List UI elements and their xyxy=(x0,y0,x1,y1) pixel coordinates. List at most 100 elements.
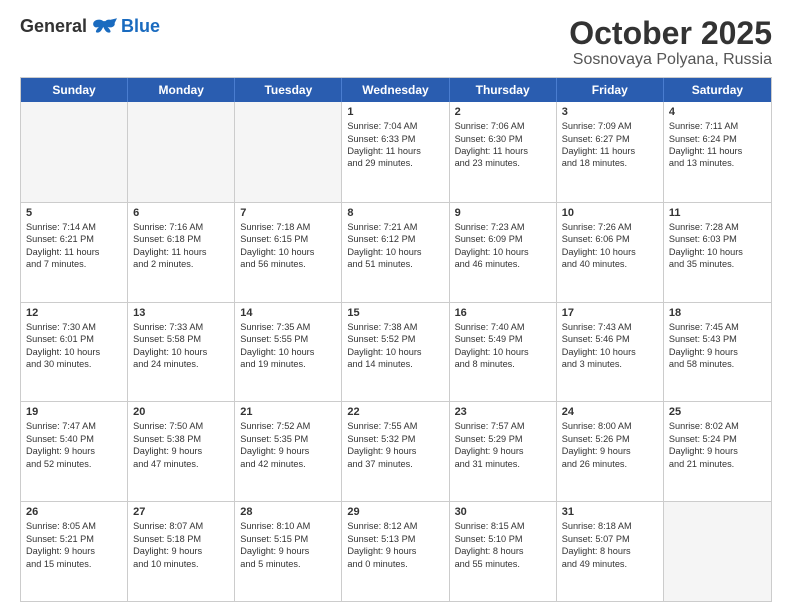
day-number-7: 7 xyxy=(240,207,336,219)
cell-line-28-3: and 5 minutes. xyxy=(240,558,336,570)
cell-line-1-1: Sunset: 6:33 PM xyxy=(347,133,443,145)
month-title: October 2025 xyxy=(569,16,772,51)
cell-line-16-3: and 8 minutes. xyxy=(455,358,551,370)
cell-line-24-1: Sunset: 5:26 PM xyxy=(562,433,658,445)
day-number-10: 10 xyxy=(562,207,658,219)
day-number-14: 14 xyxy=(240,307,336,319)
calendar-cell-day-18: 18 Sunrise: 7:45 AMSunset: 5:43 PMDayligh… xyxy=(664,303,771,402)
cell-line-8-3: and 51 minutes. xyxy=(347,258,443,270)
day-number-2: 2 xyxy=(455,106,551,118)
logo-bird-icon xyxy=(93,17,117,37)
calendar-cell-day-7: 7Sunrise: 7:18 AMSunset: 6:15 PMDaylight… xyxy=(235,203,342,302)
day-number-31: 31 xyxy=(562,506,658,518)
calendar-cell-day-31: 31Sunrise: 8:18 AMSunset: 5:07 PMDayligh… xyxy=(557,502,664,601)
cell-line-21-0: Sunrise: 7:52 AM xyxy=(240,420,336,432)
cell-line-21-1: Sunset: 5:35 PM xyxy=(240,433,336,445)
calendar-cell-empty xyxy=(128,102,235,202)
cell-line-2-0: Sunrise: 7:06 AM xyxy=(455,120,551,132)
weekday-header-saturday: Saturday xyxy=(664,78,771,102)
cell-line-18-0: Sunrise: 7:45 AM xyxy=(669,321,766,333)
calendar-cell-day-10: 10Sunrise: 7:26 AMSunset: 6:06 PMDayligh… xyxy=(557,203,664,302)
cell-line-18-1: Sunset: 5:43 PM xyxy=(669,333,766,345)
day-number-19: 19 xyxy=(26,406,122,418)
cell-line-15-2: Daylight: 10 hours xyxy=(347,346,443,358)
cell-line-16-2: Daylight: 10 hours xyxy=(455,346,551,358)
day-number-21: 21 xyxy=(240,406,336,418)
calendar-cell-empty xyxy=(235,102,342,202)
cell-line-3-3: and 18 minutes. xyxy=(562,157,658,169)
cell-line-21-2: Daylight: 9 hours xyxy=(240,445,336,457)
cell-line-22-1: Sunset: 5:32 PM xyxy=(347,433,443,445)
day-number-29: 29 xyxy=(347,506,443,518)
cell-line-15-3: and 14 minutes. xyxy=(347,358,443,370)
cell-line-3-0: Sunrise: 7:09 AM xyxy=(562,120,658,132)
calendar-cell-day-24: 24Sunrise: 8:00 AMSunset: 5:26 PMDayligh… xyxy=(557,402,664,501)
cell-line-18-3: and 58 minutes. xyxy=(669,358,766,370)
day-number-17: 17 xyxy=(562,307,658,319)
location-title: Sosnovaya Polyana, Russia xyxy=(569,51,772,69)
cell-line-28-0: Sunrise: 8:10 AM xyxy=(240,520,336,532)
cell-line-17-0: Sunrise: 7:43 AM xyxy=(562,321,658,333)
cell-line-4-1: Sunset: 6:24 PM xyxy=(669,133,766,145)
cell-line-5-2: Daylight: 11 hours xyxy=(26,246,122,258)
day-number-25: 25 xyxy=(669,406,766,418)
cell-line-7-2: Daylight: 10 hours xyxy=(240,246,336,258)
calendar-cell-day-13: 13Sunrise: 7:33 AMSunset: 5:58 PMDayligh… xyxy=(128,303,235,402)
cell-line-3-1: Sunset: 6:27 PM xyxy=(562,133,658,145)
cell-line-22-3: and 37 minutes. xyxy=(347,458,443,470)
cell-line-20-1: Sunset: 5:38 PM xyxy=(133,433,229,445)
calendar-cell-day-16: 16Sunrise: 7:40 AMSunset: 5:49 PMDayligh… xyxy=(450,303,557,402)
cell-line-23-1: Sunset: 5:29 PM xyxy=(455,433,551,445)
cell-line-15-0: Sunrise: 7:38 AM xyxy=(347,321,443,333)
cell-line-28-1: Sunset: 5:15 PM xyxy=(240,533,336,545)
cell-line-14-2: Daylight: 10 hours xyxy=(240,346,336,358)
cell-line-31-2: Daylight: 8 hours xyxy=(562,545,658,557)
cell-line-16-1: Sunset: 5:49 PM xyxy=(455,333,551,345)
cell-line-23-3: and 31 minutes. xyxy=(455,458,551,470)
weekday-header-sunday: Sunday xyxy=(21,78,128,102)
cell-line-1-3: and 29 minutes. xyxy=(347,157,443,169)
cell-line-19-2: Daylight: 9 hours xyxy=(26,445,122,457)
cell-line-1-0: Sunrise: 7:04 AM xyxy=(347,120,443,132)
calendar-cell-day-30: 30Sunrise: 8:15 AMSunset: 5:10 PMDayligh… xyxy=(450,502,557,601)
day-number-11: 11 xyxy=(669,207,766,219)
cell-line-26-0: Sunrise: 8:05 AM xyxy=(26,520,122,532)
cell-line-19-0: Sunrise: 7:47 AM xyxy=(26,420,122,432)
cell-line-30-3: and 55 minutes. xyxy=(455,558,551,570)
cell-line-27-0: Sunrise: 8:07 AM xyxy=(133,520,229,532)
cell-line-29-2: Daylight: 9 hours xyxy=(347,545,443,557)
cell-line-25-1: Sunset: 5:24 PM xyxy=(669,433,766,445)
cell-line-12-1: Sunset: 6:01 PM xyxy=(26,333,122,345)
logo-area: General Blue xyxy=(20,16,160,37)
cell-line-10-0: Sunrise: 7:26 AM xyxy=(562,221,658,233)
day-number-15: 15 xyxy=(347,307,443,319)
cell-line-4-0: Sunrise: 7:11 AM xyxy=(669,120,766,132)
cell-line-17-3: and 3 minutes. xyxy=(562,358,658,370)
calendar-cell-day-26: 26Sunrise: 8:05 AMSunset: 5:21 PMDayligh… xyxy=(21,502,128,601)
cell-line-21-3: and 42 minutes. xyxy=(240,458,336,470)
cell-line-10-3: and 40 minutes. xyxy=(562,258,658,270)
cell-line-14-3: and 19 minutes. xyxy=(240,358,336,370)
day-number-18: 18 xyxy=(669,307,766,319)
day-number-24: 24 xyxy=(562,406,658,418)
day-number-12: 12 xyxy=(26,307,122,319)
day-number-13: 13 xyxy=(133,307,229,319)
day-number-27: 27 xyxy=(133,506,229,518)
calendar-cell-day-12: 12Sunrise: 7:30 AMSunset: 6:01 PMDayligh… xyxy=(21,303,128,402)
cell-line-20-2: Daylight: 9 hours xyxy=(133,445,229,457)
cell-line-24-3: and 26 minutes. xyxy=(562,458,658,470)
cell-line-7-3: and 56 minutes. xyxy=(240,258,336,270)
cell-line-31-1: Sunset: 5:07 PM xyxy=(562,533,658,545)
day-number-30: 30 xyxy=(455,506,551,518)
cell-line-23-2: Daylight: 9 hours xyxy=(455,445,551,457)
day-number-6: 6 xyxy=(133,207,229,219)
cell-line-20-3: and 47 minutes. xyxy=(133,458,229,470)
cell-line-18-2: Daylight: 9 hours xyxy=(669,346,766,358)
calendar-cell-day-8: 8Sunrise: 7:21 AMSunset: 6:12 PMDaylight… xyxy=(342,203,449,302)
cell-line-2-2: Daylight: 11 hours xyxy=(455,145,551,157)
cell-line-30-1: Sunset: 5:10 PM xyxy=(455,533,551,545)
cell-line-1-2: Daylight: 11 hours xyxy=(347,145,443,157)
cell-line-26-3: and 15 minutes. xyxy=(26,558,122,570)
cell-line-19-1: Sunset: 5:40 PM xyxy=(26,433,122,445)
calendar-cell-day-19: 19 Sunrise: 7:47 AMSunset: 5:40 PMDayligh… xyxy=(21,402,128,501)
